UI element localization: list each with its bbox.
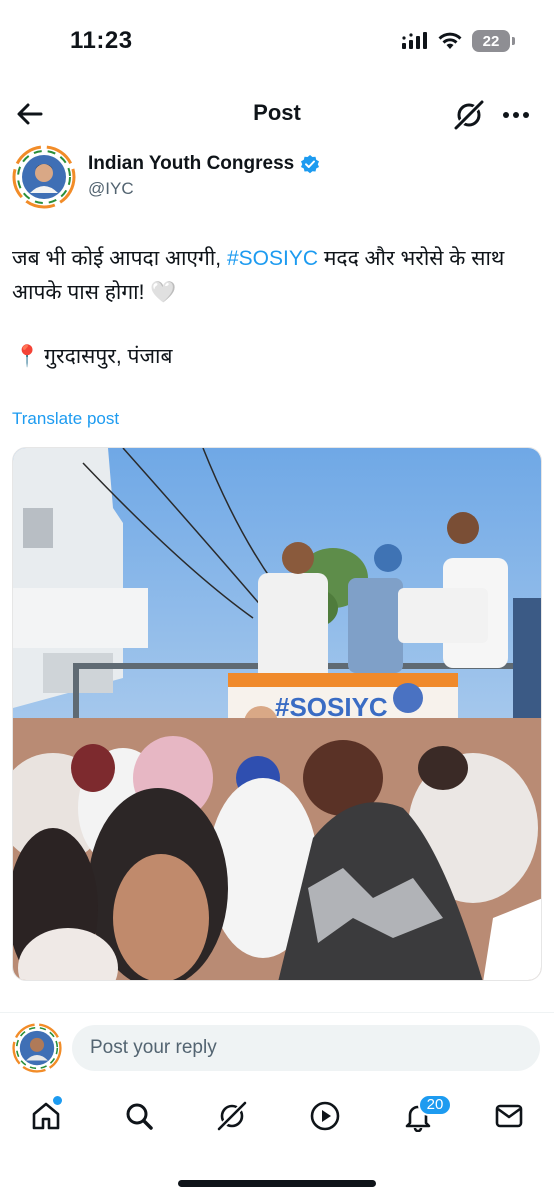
white-heart-emoji: 🤍: [150, 281, 177, 304]
author-avatar[interactable]: [12, 145, 76, 209]
post-location: 📍 गुरदासपुर, पंजाब: [14, 340, 172, 374]
grok-tab-icon: [217, 1101, 247, 1131]
user-avatar[interactable]: [12, 1023, 62, 1073]
grok-icon: [454, 100, 484, 130]
status-bar: 11:23 22: [0, 0, 554, 84]
author-name-row[interactable]: Indian Youth Congress: [88, 153, 320, 175]
mute-icon: [500, 939, 522, 959]
bottom-tab-bar: [0, 1082, 554, 1152]
grok-button[interactable]: [452, 98, 486, 132]
battery-indicator: 22: [472, 30, 515, 52]
verified-icon: [301, 155, 320, 174]
post-video[interactable]: #SOSIYC: [12, 447, 542, 981]
post-header: Post: [0, 84, 554, 146]
author-handle[interactable]: @IYC: [88, 179, 134, 199]
tab-grok[interactable]: [212, 1096, 252, 1136]
status-time: 11:23: [70, 27, 133, 54]
notification-count-badge: 20: [418, 1094, 452, 1116]
post-text: जब भी कोई आपदा आएगी, #SOSIYC मदद और भरोस…: [12, 242, 537, 310]
banner-text: #SOSIYC: [275, 692, 388, 722]
tab-messages[interactable]: [489, 1096, 529, 1136]
signal-icon: [402, 32, 427, 49]
translate-post-link[interactable]: Translate post: [12, 409, 119, 429]
author-name[interactable]: Indian Youth Congress: [88, 153, 294, 175]
pin-icon: 📍: [14, 345, 41, 368]
post-text-part: जब भी कोई आपदा आएगी,: [12, 247, 227, 270]
search-icon: [126, 1103, 153, 1130]
mute-button[interactable]: [493, 932, 527, 966]
reply-bar: [0, 1012, 554, 1082]
tab-video[interactable]: [305, 1096, 345, 1136]
wifi-icon: [438, 32, 462, 49]
more-icon: [503, 112, 529, 118]
hashtag-link[interactable]: #SOSIYC: [227, 247, 318, 270]
mail-icon: [495, 1104, 523, 1128]
home-indicator: [178, 1180, 376, 1187]
home-new-indicator: [53, 1096, 62, 1105]
video-frame: #SOSIYC: [13, 448, 541, 980]
tab-search[interactable]: [119, 1096, 159, 1136]
location-text: गुरदासपुर, पंजाब: [44, 345, 173, 368]
status-icons: 22: [402, 30, 515, 52]
video-icon: [310, 1101, 340, 1131]
more-options-button[interactable]: [496, 98, 536, 132]
post-author: Indian Youth Congress @IYC: [12, 145, 542, 209]
reply-input[interactable]: [72, 1025, 540, 1071]
